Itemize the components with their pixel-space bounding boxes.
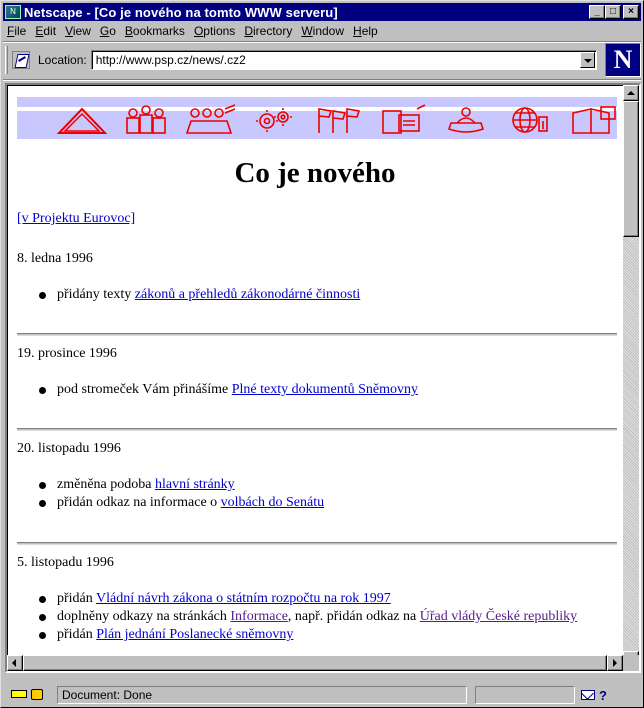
news-section: 19. prosince 1996 pod stromeček Vám přin… bbox=[17, 346, 617, 399]
close-button[interactable]: × bbox=[623, 5, 639, 19]
horizontal-rule bbox=[17, 333, 617, 336]
documents-icon[interactable] bbox=[373, 103, 431, 137]
browser-window: N Netscape - [Co je nového na tomto WWW … bbox=[0, 0, 644, 708]
menu-view[interactable]: View bbox=[65, 24, 91, 38]
horizontal-scroll-thumb[interactable] bbox=[23, 655, 607, 671]
status-bar: Document: Done ? bbox=[3, 685, 641, 705]
government-office-link[interactable]: Úřad vlády České republiky bbox=[420, 609, 577, 624]
scroll-left-button[interactable] bbox=[7, 655, 23, 671]
vertical-scroll-thumb[interactable] bbox=[623, 101, 639, 237]
location-url: http://www.psp.cz/news/.cz2 bbox=[95, 53, 246, 67]
menu-bar: File Edit View Go Bookmarks Options Dire… bbox=[3, 22, 641, 40]
horizontal-scrollbar[interactable] bbox=[7, 655, 623, 671]
page-content: Co je nového [v Projektu Eurovoc] 8. led… bbox=[7, 85, 623, 667]
mail-icon[interactable] bbox=[581, 690, 595, 700]
help-icon[interactable]: ? bbox=[599, 688, 607, 703]
main-page-link[interactable]: hlavní stránky bbox=[155, 477, 235, 492]
maximize-button[interactable]: □ bbox=[605, 5, 621, 19]
chamber-schedule-link[interactable]: Plán jednání Poslanecké sněmovny bbox=[96, 627, 293, 642]
news-date: 20. listopadu 1996 bbox=[17, 441, 121, 456]
location-toolbar: Location: http://www.psp.cz/news/.cz2 bbox=[3, 43, 603, 77]
minimize-button[interactable]: _ bbox=[589, 5, 605, 19]
content-separator bbox=[3, 79, 641, 81]
menu-edit[interactable]: Edit bbox=[35, 24, 56, 38]
menu-window[interactable]: Window bbox=[301, 24, 344, 38]
flags-icon[interactable] bbox=[309, 103, 367, 137]
location-dropdown-button[interactable] bbox=[579, 52, 595, 68]
people-group-icon[interactable] bbox=[117, 103, 175, 137]
list-item: přidány texty zákonů a přehledů zákonodá… bbox=[17, 286, 617, 304]
news-section: 5. listopadu 1996 přidán Vládní návrh zá… bbox=[17, 555, 617, 644]
content-viewport: Co je nového [v Projektu Eurovoc] 8. led… bbox=[5, 83, 641, 673]
news-date: 8. ledna 1996 bbox=[17, 251, 93, 266]
news-date: 19. prosince 1996 bbox=[17, 346, 117, 361]
netscape-app-icon[interactable]: N bbox=[5, 5, 21, 19]
window-title: Netscape - [Co je nového na tomto WWW se… bbox=[24, 4, 338, 20]
telephone-icon[interactable] bbox=[437, 103, 495, 137]
title-bar[interactable]: N Netscape - [Co je nového na tomto WWW … bbox=[3, 3, 641, 21]
menu-file[interactable]: File bbox=[7, 24, 26, 38]
menu-directory[interactable]: Directory bbox=[244, 24, 292, 38]
vertical-scrollbar[interactable] bbox=[623, 85, 639, 667]
globe-info-icon[interactable] bbox=[501, 103, 559, 137]
home-roof-icon[interactable] bbox=[53, 103, 111, 137]
list-item: změněna podoba hlavní stránky bbox=[17, 476, 617, 494]
horizontal-rule bbox=[17, 428, 617, 431]
horizontal-rule bbox=[17, 542, 617, 545]
location-input[interactable]: http://www.psp.cz/news/.cz2 bbox=[90, 50, 597, 70]
gears-icon[interactable] bbox=[245, 103, 303, 137]
list-item: pod stromeček Vám přinášíme Plné texty d… bbox=[17, 381, 617, 399]
assembly-icon[interactable] bbox=[181, 103, 239, 137]
news-section: 8. ledna 1996 přidány texty zákonů a pře… bbox=[17, 251, 617, 304]
scroll-right-button[interactable] bbox=[607, 655, 623, 671]
book-icon[interactable] bbox=[565, 103, 623, 137]
list-item: přidán Vládní návrh zákona o státním roz… bbox=[17, 590, 617, 608]
list-item: doplněny odkazy na stránkách Informace, … bbox=[17, 608, 617, 626]
scroll-corner bbox=[623, 655, 639, 671]
bookmark-icon[interactable] bbox=[12, 51, 30, 69]
list-item: přidán odkaz na informace o volbách do S… bbox=[17, 494, 617, 512]
location-label: Location: bbox=[38, 53, 87, 67]
status-text: Document: Done bbox=[57, 686, 467, 704]
eurovoc-link[interactable]: [v Projektu Eurovoc] bbox=[17, 211, 135, 227]
list-item: přidán Plán jednání Poslanecké sněmovny bbox=[17, 626, 617, 644]
page-title: Co je nového bbox=[234, 157, 396, 189]
navigation-banner bbox=[17, 93, 617, 139]
security-key-icon[interactable] bbox=[9, 687, 49, 703]
full-texts-documents-link[interactable]: Plné texty dokumentů Sněmovny bbox=[232, 382, 418, 397]
laws-overview-link[interactable]: zákonů a přehledů zákonodárné činnosti bbox=[135, 287, 360, 302]
news-date: 5. listopadu 1996 bbox=[17, 555, 114, 570]
netscape-throbber-icon[interactable]: N bbox=[605, 43, 641, 77]
scroll-up-button[interactable] bbox=[623, 85, 639, 101]
menu-go[interactable]: Go bbox=[100, 24, 116, 38]
menu-bookmarks[interactable]: Bookmarks bbox=[125, 24, 185, 38]
senate-elections-link[interactable]: volbách do Senátu bbox=[221, 495, 324, 510]
menu-help[interactable]: Help bbox=[353, 24, 378, 38]
toolbar-grip[interactable] bbox=[5, 46, 8, 74]
progress-field bbox=[475, 686, 575, 704]
budget-bill-link[interactable]: Vládní návrh zákona o státním rozpočtu n… bbox=[96, 591, 391, 606]
menu-options[interactable]: Options bbox=[194, 24, 235, 38]
news-section: 20. listopadu 1996 změněna podoba hlavní… bbox=[17, 441, 617, 512]
information-link[interactable]: Informace bbox=[230, 609, 288, 624]
